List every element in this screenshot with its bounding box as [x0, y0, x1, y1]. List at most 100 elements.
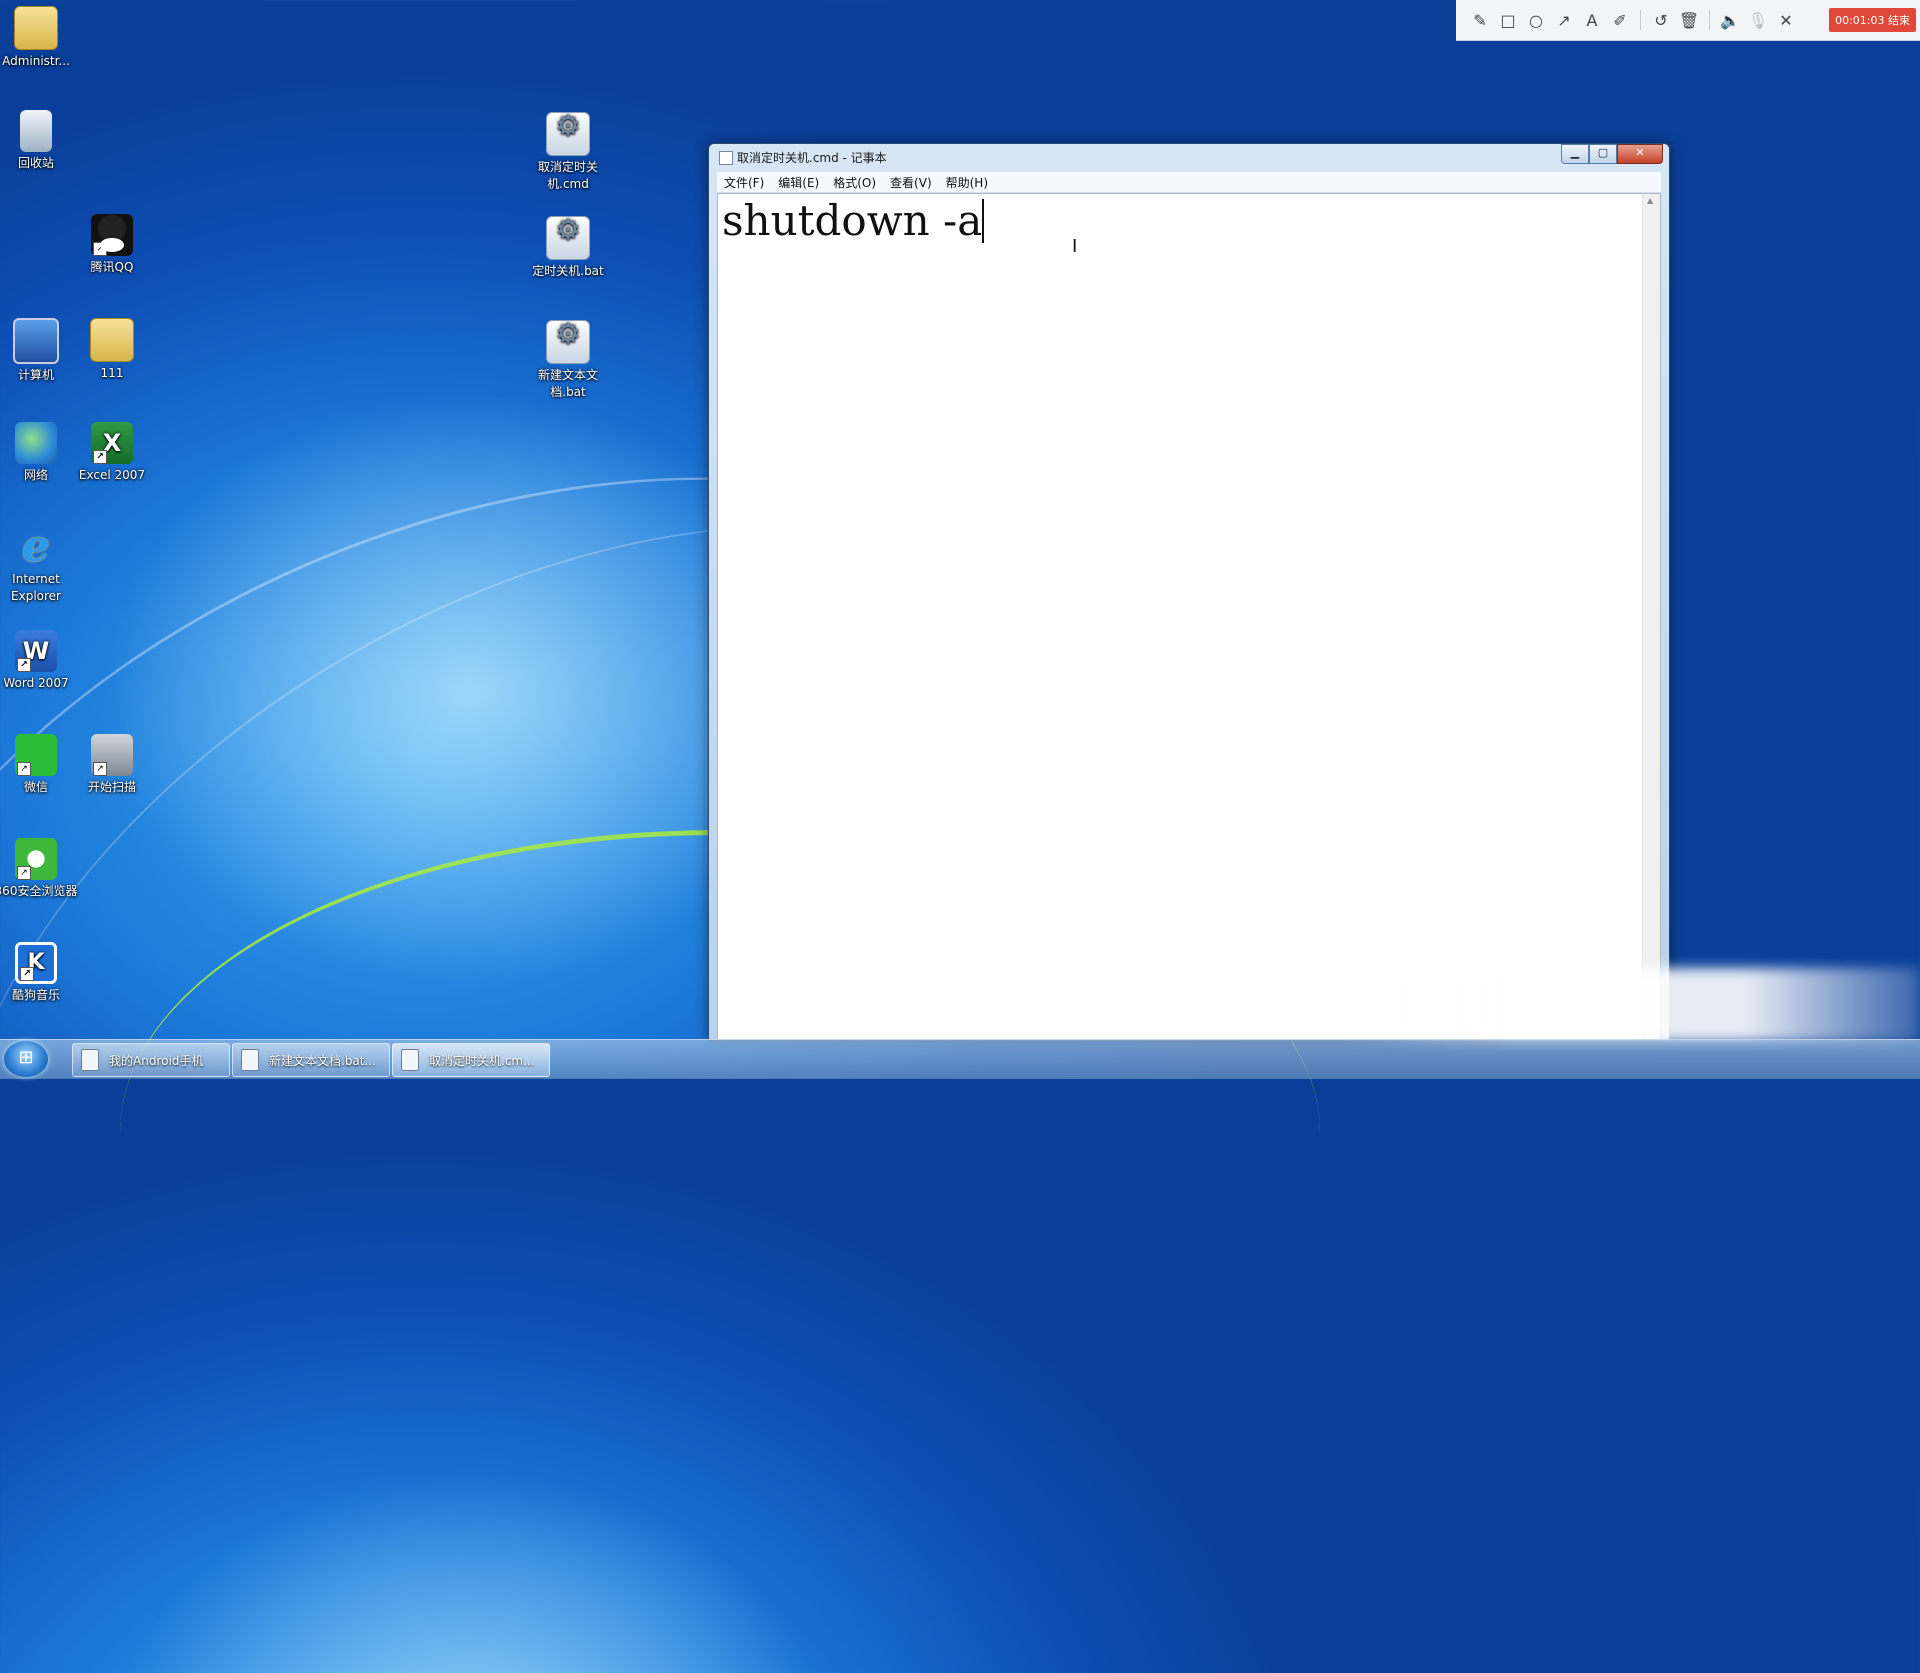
- rectangle-icon[interactable]: □: [1494, 11, 1522, 30]
- desktop-icon-shutdown-bat[interactable]: 定时关机.bat: [526, 216, 610, 280]
- desktop-icon-label: 111: [100, 366, 124, 380]
- word-icon: W ↗: [15, 630, 57, 672]
- desktop-icon-label: 酷狗音乐: [11, 988, 60, 1002]
- close-button[interactable]: ✕: [1617, 144, 1663, 164]
- desktop-icon-label: 回收站: [17, 156, 54, 170]
- folder-icon: [90, 318, 134, 362]
- vertical-scrollbar[interactable]: [1642, 194, 1660, 1039]
- title-bar[interactable]: 取消定时关机.cmd - 记事本 ▁ ▢ ✕: [709, 144, 1669, 170]
- stop-recording-button[interactable]: 00:01:03 结束: [1829, 8, 1916, 32]
- batch-file-icon: [546, 216, 590, 260]
- taskbar: 我的Android手机 新建文本文档.bat... 取消定时关机.cm...: [0, 1039, 1920, 1079]
- shortcut-arrow-icon: ↗: [17, 658, 31, 672]
- pen-icon[interactable]: ✎: [1466, 11, 1494, 30]
- browser-360-icon: ↗: [15, 838, 57, 880]
- trash-icon[interactable]: 🗑: [1675, 11, 1703, 30]
- text-icon[interactable]: A: [1578, 11, 1606, 30]
- desktop-icon-network[interactable]: 网络: [0, 422, 78, 484]
- menu-format[interactable]: 格式(O): [826, 174, 883, 191]
- desktop-icon-label: 腾讯QQ: [90, 260, 134, 274]
- desktop-icon-label: 微信: [23, 780, 48, 794]
- desktop-icon-excel[interactable]: X ↗ Excel 2007: [70, 422, 154, 484]
- toolbar-divider: [1640, 10, 1641, 30]
- shortcut-arrow-icon: ↗: [20, 967, 34, 981]
- recorder-toolbar: ✎ □ ○ ↗ A ✐ ↺ 🗑 🔈 🎙 ✕ 00:01:03 结束: [1456, 0, 1920, 41]
- desktop-icon-label: 取消定时关机.cmd: [537, 160, 598, 191]
- desktop-icon-recycle-bin[interactable]: 回收站: [0, 110, 78, 172]
- speaker-icon[interactable]: 🔈: [1716, 11, 1744, 30]
- desktop-icon-label: Excel 2007: [78, 468, 146, 482]
- recycle-bin-icon: [20, 110, 52, 152]
- start-button[interactable]: [4, 1041, 48, 1077]
- close-icon[interactable]: ✕: [1772, 11, 1800, 30]
- taskbar-item-label: 取消定时关机.cm...: [429, 1053, 535, 1068]
- taskbar-item-label: 我的Android手机: [109, 1053, 204, 1068]
- scanner-icon: ↗: [91, 734, 133, 776]
- arrow-icon[interactable]: ↗: [1550, 11, 1578, 30]
- mic-icon[interactable]: 🎙: [1744, 11, 1772, 30]
- notepad-window: 取消定时关机.cmd - 记事本 ▁ ▢ ✕ 文件(F) 编辑(E) 格式(O)…: [708, 143, 1670, 1041]
- desktop-icon-label: 新建文本文档.bat: [537, 368, 598, 399]
- desktop-icon-administrator[interactable]: Administr...: [0, 6, 78, 70]
- toolbar-divider: [1709, 10, 1710, 30]
- menu-view[interactable]: 查看(V): [883, 174, 939, 191]
- desktop-icon-label: 网络: [23, 468, 48, 482]
- desktop-icon-label: 定时关机.bat: [532, 264, 604, 278]
- menu-file[interactable]: 文件(F): [717, 174, 771, 191]
- desktop-icon-computer[interactable]: 计算机: [0, 318, 78, 384]
- window-title: 取消定时关机.cmd - 记事本: [737, 151, 887, 165]
- taskbar-item-cancel-shutdown-cmd[interactable]: 取消定时关机.cm...: [392, 1043, 550, 1077]
- desktop-icon-scanner[interactable]: ↗ 开始扫描: [70, 734, 154, 796]
- desktop-icon-new-text-bat[interactable]: 新建文本文档.bat: [526, 320, 610, 401]
- minimize-button[interactable]: ▁: [1561, 144, 1589, 164]
- ibeam-cursor-icon: I: [1072, 236, 1078, 257]
- window-controls: ▁ ▢ ✕: [1561, 144, 1663, 164]
- menu-edit[interactable]: 编辑(E): [771, 174, 826, 191]
- desktop-icon-label: 开始扫描: [87, 780, 136, 794]
- kugou-icon: K ↗: [15, 942, 57, 984]
- desktop-icon-kugou[interactable]: K ↗ 酷狗音乐: [0, 942, 78, 1004]
- wechat-icon: ↗: [15, 734, 57, 776]
- desktop-icon-label: 计算机: [17, 368, 54, 382]
- desktop-icon-label: 360安全浏览器: [0, 884, 78, 898]
- notepad-icon: [401, 1049, 419, 1071]
- excel-icon: X ↗: [91, 422, 133, 464]
- desktop-icon-internet-explorer[interactable]: e Internet Explorer: [0, 521, 78, 605]
- desktop-icon-label: Internet Explorer: [11, 572, 61, 603]
- text-editor[interactable]: shutdown -a: [717, 193, 1661, 1040]
- watermark-blur: [1340, 968, 1920, 1042]
- taskbar-item-android[interactable]: 我的Android手机: [72, 1043, 230, 1077]
- shortcut-arrow-icon: ↗: [17, 762, 31, 776]
- qq-icon: ↗: [91, 214, 133, 256]
- desktop-icon-label: Word 2007: [3, 676, 69, 690]
- desktop-icon-folder-111[interactable]: 111: [70, 318, 154, 382]
- shortcut-arrow-icon: ↗: [93, 762, 107, 776]
- batch-file-icon: [546, 112, 590, 156]
- shortcut-arrow-icon: ↗: [93, 450, 107, 464]
- shortcut-arrow-icon: ↗: [93, 242, 107, 256]
- circle-icon[interactable]: ○: [1522, 11, 1550, 30]
- highlighter-icon[interactable]: ✐: [1606, 11, 1634, 30]
- user-folder-icon: [14, 6, 58, 50]
- shortcut-arrow-icon: ↗: [17, 866, 31, 880]
- desktop-icon-360-browser[interactable]: ↗ 360安全浏览器: [0, 838, 78, 900]
- batch-file-icon: [546, 320, 590, 364]
- ie-icon: e: [22, 521, 50, 572]
- desktop-icon-label: Administr...: [2, 54, 70, 68]
- computer-icon: [13, 318, 59, 364]
- text-caret: [982, 199, 985, 243]
- desktop-icon-cancel-shutdown-cmd[interactable]: 取消定时关机.cmd: [526, 112, 610, 193]
- desktop-icon-qq[interactable]: ↗ 腾讯QQ: [70, 214, 154, 276]
- desktop-icon-wechat[interactable]: ↗ 微信: [0, 734, 78, 796]
- notepad-icon: [719, 151, 733, 165]
- desktop-icon-word[interactable]: W ↗ Word 2007: [0, 630, 78, 692]
- taskbar-item-new-text-bat[interactable]: 新建文本文档.bat...: [232, 1043, 390, 1077]
- notepad-icon: [241, 1049, 259, 1071]
- undo-icon[interactable]: ↺: [1647, 11, 1675, 30]
- maximize-button[interactable]: ▢: [1589, 144, 1617, 164]
- phone-icon: [81, 1049, 99, 1071]
- editor-content: shutdown -a: [722, 196, 983, 245]
- menu-help[interactable]: 帮助(H): [939, 174, 995, 191]
- network-icon: [15, 422, 57, 464]
- menu-bar: 文件(F) 编辑(E) 格式(O) 查看(V) 帮助(H): [717, 172, 1661, 193]
